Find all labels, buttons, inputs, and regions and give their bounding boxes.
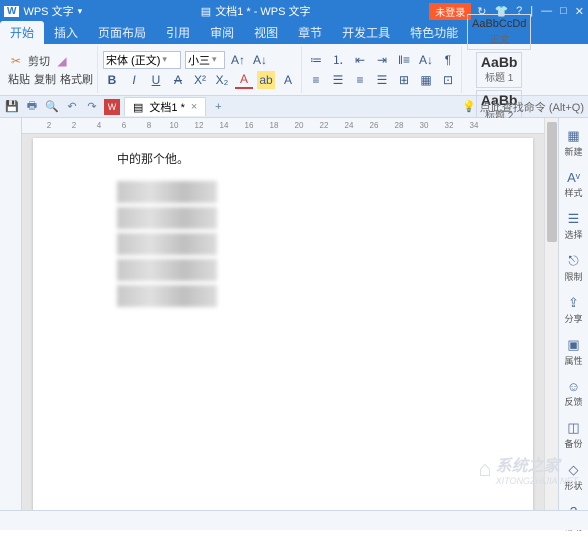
- sp-share[interactable]: ⇪分享: [561, 291, 587, 329]
- sp-restrict[interactable]: ⎋限制: [561, 249, 587, 287]
- font-color-button[interactable]: A: [235, 71, 253, 89]
- doc-tab-label: 文档1 *: [149, 99, 184, 115]
- bullets-button[interactable]: ≔: [307, 51, 325, 69]
- doc-icon: ▤: [201, 5, 211, 18]
- text-content[interactable]: 中的那个他。: [117, 150, 449, 167]
- preview-icon[interactable]: 🔍: [44, 99, 60, 115]
- char-border-button[interactable]: A: [279, 71, 297, 89]
- paste-button[interactable]: 粘贴: [8, 71, 30, 87]
- document-tab[interactable]: ▤ 文档1 * ×: [124, 97, 206, 116]
- shading-button[interactable]: ▦: [417, 71, 435, 89]
- format-painter-button[interactable]: 格式刷: [60, 71, 93, 87]
- close-button[interactable]: ✕: [575, 5, 584, 18]
- tab-view[interactable]: 视图: [244, 21, 288, 44]
- style-normal[interactable]: AaBbCcDd 正文: [467, 14, 531, 50]
- sp-feedback[interactable]: ☺反馈: [561, 375, 587, 412]
- work-area: 2246810121416182022242628303234 中的那个他。 ▦…: [0, 118, 588, 510]
- tab-dev[interactable]: 开发工具: [332, 21, 400, 44]
- scroll-thumb[interactable]: [547, 122, 557, 242]
- document-page[interactable]: 中的那个他。: [33, 138, 533, 510]
- shrink-font-button[interactable]: A↓: [251, 51, 269, 69]
- side-panel: ▦新建 Aᵛ样式 ☰选择 ⎋限制 ⇪分享 ▣属性 ☺反馈 ◫备份 ◇形状 ?帮助: [558, 118, 588, 510]
- sp-props[interactable]: ▣属性: [561, 333, 587, 371]
- redacted-text: [117, 259, 217, 281]
- tab-references[interactable]: 引用: [156, 21, 200, 44]
- sort-button[interactable]: A↓: [417, 51, 435, 69]
- status-bar: [0, 510, 588, 530]
- paragraph-group: ≔ ⒈ ⇤ ⇥ ‖≡ A↓ ¶ ≡ ☰ ≡ ☰ ⊞ ▦ ⊡: [303, 46, 462, 93]
- align-center-button[interactable]: ☰: [329, 71, 347, 89]
- scissors-icon: ✂: [8, 53, 24, 69]
- redo-icon[interactable]: ↷: [84, 99, 100, 115]
- align-left-button[interactable]: ≡: [307, 71, 325, 89]
- horizontal-ruler[interactable]: 2246810121416182022242628303234: [22, 118, 544, 134]
- styles-group: AaBbCcDd 正文 AaBb 标题 1 AaBb 标题 2: [463, 46, 535, 93]
- italic-button[interactable]: I: [125, 71, 143, 89]
- highlight-button[interactable]: ab: [257, 71, 275, 89]
- page-viewport[interactable]: 2246810121416182022242628303234 中的那个他。: [22, 118, 544, 510]
- superscript-button[interactable]: X²: [191, 71, 209, 89]
- redacted-text: [117, 207, 217, 229]
- tab-layout[interactable]: 页面布局: [88, 21, 156, 44]
- command-search[interactable]: 点此查找命令 (Alt+Q): [480, 99, 584, 115]
- copy-button[interactable]: 复制: [34, 71, 56, 87]
- indent-inc-button[interactable]: ⇥: [373, 51, 391, 69]
- tab-section[interactable]: 章节: [288, 21, 332, 44]
- new-tab-button[interactable]: +: [210, 99, 226, 115]
- app-name: WPS 文字: [23, 3, 73, 19]
- underline-button[interactable]: U: [147, 71, 165, 89]
- ribbon: ✂ 剪切 ◢ 粘贴 复制 格式刷 宋体 (正文)▾ 小三▾ A↑ A↓ B I …: [0, 44, 588, 96]
- chevron-down-icon: ▾: [212, 54, 217, 65]
- indent-dec-button[interactable]: ⇤: [351, 51, 369, 69]
- sp-select[interactable]: ☰选择: [561, 207, 587, 245]
- tab-special[interactable]: 特色功能: [400, 21, 468, 44]
- maximize-button[interactable]: □: [560, 5, 567, 18]
- print-icon[interactable]: 🖶: [24, 99, 40, 115]
- minimize-button[interactable]: —: [541, 5, 552, 18]
- tab-review[interactable]: 审阅: [200, 21, 244, 44]
- line-spacing-button[interactable]: ‖≡: [395, 51, 413, 69]
- undo-icon[interactable]: ↶: [64, 99, 80, 115]
- font-group: 宋体 (正文)▾ 小三▾ A↑ A↓ B I U A X² X₂ A ab A: [99, 46, 302, 93]
- wps-icon[interactable]: W: [104, 99, 120, 115]
- doc-title: 文档1 * - WPS 文字: [215, 3, 310, 19]
- align-justify-button[interactable]: ☰: [373, 71, 391, 89]
- eraser-icon[interactable]: ◢: [54, 53, 70, 69]
- font-family-select[interactable]: 宋体 (正文)▾: [103, 51, 181, 69]
- sp-style[interactable]: Aᵛ样式: [561, 166, 587, 203]
- borders-button[interactable]: ⊡: [439, 71, 457, 89]
- redacted-text: [117, 233, 217, 255]
- grow-font-button[interactable]: A↑: [229, 51, 247, 69]
- redacted-text: [117, 285, 217, 307]
- subscript-button[interactable]: X₂: [213, 71, 231, 89]
- doc-tab-icon: ▤: [133, 101, 143, 114]
- tab-insert[interactable]: 插入: [44, 21, 88, 44]
- sp-shape[interactable]: ◇形状: [561, 458, 587, 496]
- sp-new[interactable]: ▦新建: [561, 124, 587, 162]
- align-right-button[interactable]: ≡: [351, 71, 369, 89]
- redacted-text: [117, 181, 217, 203]
- bulb-icon: 💡: [462, 100, 476, 113]
- clipboard-group: ✂ 剪切 ◢ 粘贴 复制 格式刷: [4, 46, 98, 93]
- distribute-button[interactable]: ⊞: [395, 71, 413, 89]
- bold-button[interactable]: B: [103, 71, 121, 89]
- vertical-scrollbar[interactable]: [544, 118, 558, 510]
- chevron-down-icon: ▾: [162, 54, 167, 65]
- show-marks-button[interactable]: ¶: [439, 51, 457, 69]
- font-size-select[interactable]: 小三▾: [185, 51, 225, 69]
- numbering-button[interactable]: ⒈: [329, 51, 347, 69]
- style-heading1[interactable]: AaBb 标题 1: [476, 52, 523, 88]
- vertical-ruler[interactable]: [0, 118, 22, 510]
- sp-backup[interactable]: ◫备份: [561, 416, 587, 454]
- app-logo: W: [4, 6, 19, 17]
- cut-button[interactable]: 剪切: [28, 53, 50, 69]
- login-badge[interactable]: 未登录: [429, 3, 471, 20]
- strike-button[interactable]: A: [169, 71, 187, 89]
- close-tab-icon[interactable]: ×: [191, 101, 197, 113]
- save-icon[interactable]: 💾: [4, 99, 20, 115]
- tab-home[interactable]: 开始: [0, 21, 44, 44]
